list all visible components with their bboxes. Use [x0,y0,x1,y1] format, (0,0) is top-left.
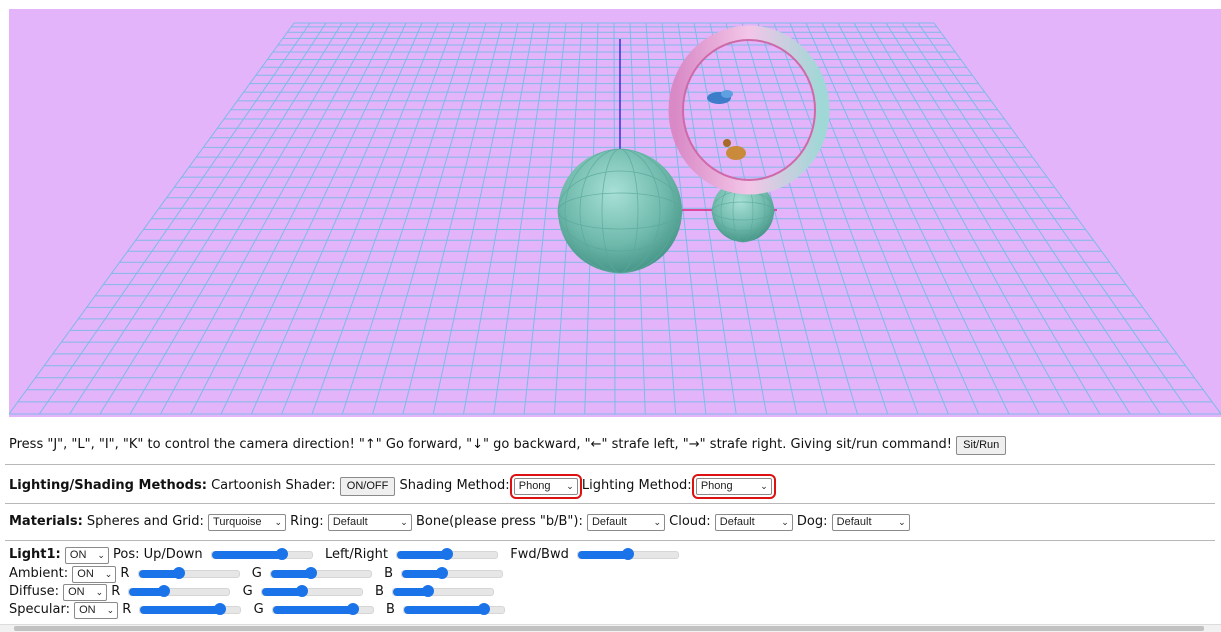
ring-label: Ring: [290,514,324,529]
pos-fwdbwd-slider[interactable] [576,547,679,560]
chevron-down-icon: ⌄ [106,605,115,615]
g-label: G [253,602,264,617]
specular-select[interactable]: ON ⌄ [74,602,119,619]
g-label: G [242,584,253,599]
materials-heading: Materials: [9,514,83,529]
pos-updown-slider[interactable] [210,547,313,560]
ambient-state: ON [77,568,94,580]
spheres-value: Turquoise [213,516,262,528]
shading-select[interactable]: Phong ⌄ [509,474,582,499]
ambient-b-slider[interactable] [401,566,504,579]
cartoon-label: Cartoonish Shader: [211,478,336,493]
lighting-select[interactable]: Phong ⌄ [691,474,776,499]
ambient-row: Ambient: ON ⌄ R G B [9,566,507,583]
ambient-label: Ambient: [9,566,69,581]
chevron-down-icon: ⌄ [104,569,113,579]
r-label: R [122,602,132,617]
light1-state: ON [69,549,87,561]
specular-label: Specular: [9,602,70,617]
chevron-down-icon: ⌄ [781,517,789,527]
lighting-label: Lighting Method: [581,478,692,493]
ambient-g-slider[interactable] [269,566,372,579]
scene-svg [9,22,1221,415]
spheres-select[interactable]: Turquoise ⌄ [208,514,287,531]
g-label: G [251,566,262,581]
sit-run-button[interactable]: Sit/Run [956,436,1007,455]
chevron-down-icon: ⌄ [95,587,104,597]
chevron-down-icon: ⌄ [400,517,408,527]
dog-select[interactable]: Default ⌄ [831,514,910,531]
b-label: B [385,602,395,617]
r-label: R [111,584,121,599]
diffuse-row: Diffuse: ON ⌄ R G B [9,584,498,601]
chevron-down-icon: ⌄ [566,481,574,491]
spheres-label: Spheres and Grid: [86,514,204,529]
lighting-heading: Lighting/Shading Methods: [9,478,207,493]
r-label: R [120,566,130,581]
specular-g-slider[interactable] [271,602,374,615]
shading-value: Phong [518,480,551,492]
big-sphere [557,148,683,274]
chevron-down-icon: ⌄ [760,481,768,491]
chevron-down-icon: ⌄ [97,550,105,560]
chevron-down-icon: ⌄ [274,517,283,527]
webgl-canvas[interactable] [9,9,1221,417]
materials-row: Materials: Spheres and Grid: Turquoise ⌄… [9,513,910,531]
diffuse-r-slider[interactable] [128,584,231,597]
leftright-label: Left/Right [324,547,389,562]
b-label: B [374,584,384,599]
bone-label: Bone(please press "b/B"): [415,514,583,529]
cloud-select[interactable]: Default ⌄ [714,514,793,531]
dog-value: Default [836,516,872,528]
dog-label: Dog: [796,514,828,529]
divider [5,464,1215,465]
divider [5,503,1215,504]
divider [5,540,1215,541]
scrollbar-thumb[interactable] [14,626,1204,631]
light1-select[interactable]: ON ⌄ [64,547,109,564]
cloud-value: Default [719,516,755,528]
bone-select[interactable]: Default ⌄ [586,514,665,531]
cartoon-onoff-button[interactable]: ON/OFF [339,477,396,496]
b-label: B [384,566,394,581]
instructions-text: Press "J", "L", "I", "K" to control the … [9,437,953,452]
ambient-select[interactable]: ON ⌄ [72,566,117,583]
diffuse-label: Diffuse: [9,584,59,599]
specular-row: Specular: ON ⌄ R G B [9,602,509,619]
bone-value: Default [591,516,627,528]
diffuse-state: ON [68,586,85,598]
chevron-down-icon: ⌄ [653,517,661,527]
shading-label: Shading Method: [399,478,510,493]
specular-b-slider[interactable] [403,602,505,615]
pos-leftright-slider[interactable] [396,547,499,560]
lighting-value: Phong [700,480,733,492]
ring-value: Default [332,516,368,528]
fwdbwd-label: Fwd/Bwd [510,547,569,562]
ring-select[interactable]: Default ⌄ [327,514,412,531]
cloud-label: Cloud: [669,514,711,529]
diffuse-b-slider[interactable] [392,584,494,597]
light1-row: Light1: ON ⌄ Pos: Up/Down Left/Right Fwd… [9,547,683,564]
specular-r-slider[interactable] [139,602,242,615]
diffuse-select[interactable]: ON ⌄ [63,584,108,601]
lighting-row: Lighting/Shading Methods: Cartoonish Sha… [9,474,776,499]
specular-state: ON [79,604,96,616]
ambient-r-slider[interactable] [137,566,240,579]
pos-label: Pos: Up/Down [113,547,203,562]
light1-heading: Light1: [9,547,61,562]
chevron-down-icon: ⌄ [898,517,906,527]
instructions-row: Press "J", "L", "I", "K" to control the … [9,436,1007,455]
diffuse-g-slider[interactable] [260,584,363,597]
